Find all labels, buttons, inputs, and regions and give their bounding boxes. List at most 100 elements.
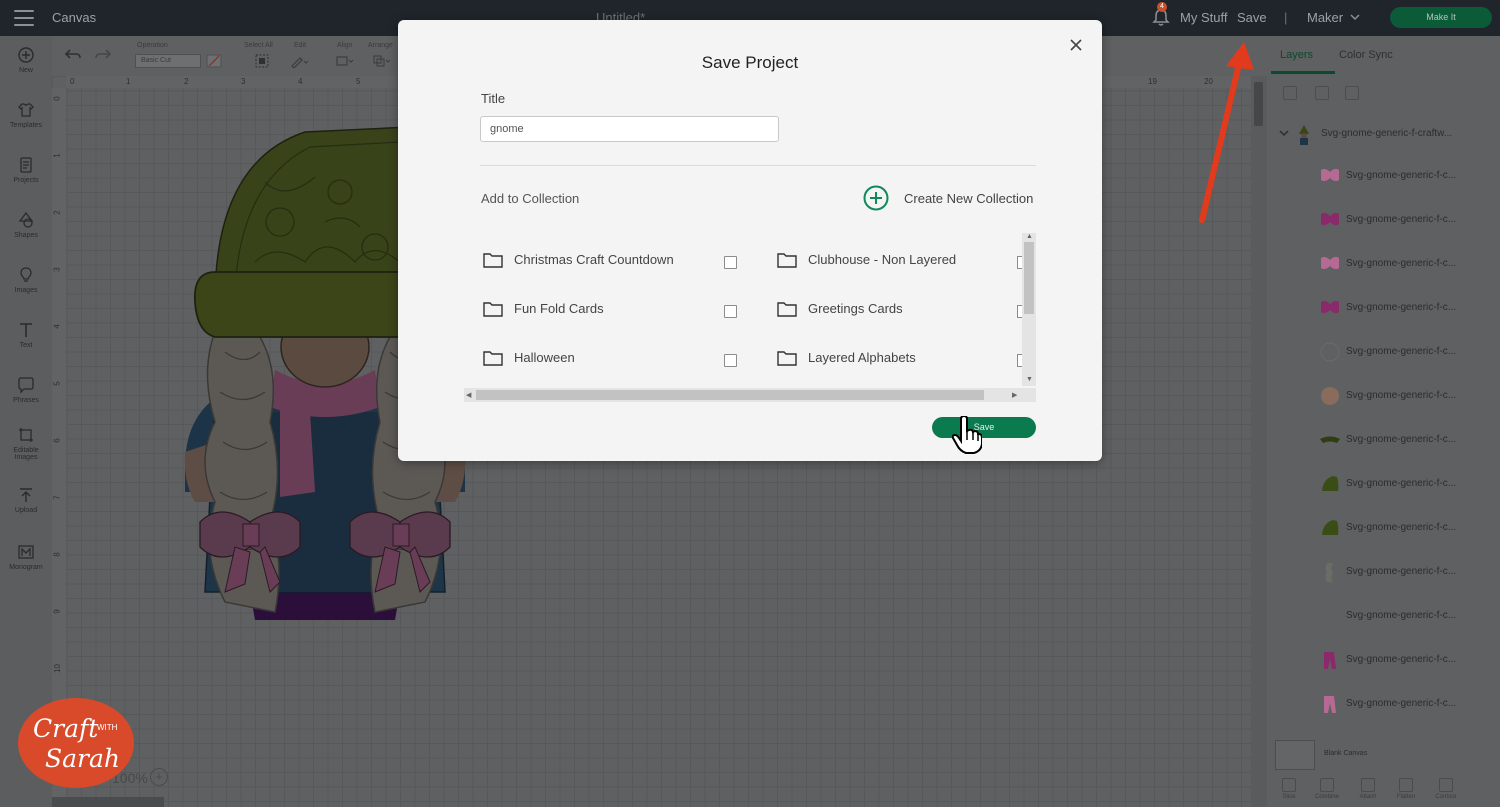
scroll-down-icon[interactable]: ▼ [1026, 376, 1033, 383]
speech-bubble-icon [18, 377, 34, 394]
canvas-horizontal-scrollbar[interactable] [52, 797, 164, 807]
my-stuff-link[interactable]: My Stuff [1180, 10, 1227, 25]
logo-line2: Sarah [45, 744, 120, 773]
layer-row[interactable]: Svg-gnome-generic-f-c... [1267, 200, 1500, 244]
delete-icon[interactable] [1345, 86, 1359, 100]
tool-templates[interactable]: Templates [0, 101, 52, 129]
undo-icon[interactable] [64, 48, 82, 62]
ruler-tick: 8 [52, 552, 62, 557]
collection-checkbox[interactable] [724, 256, 737, 269]
chevron-down-icon[interactable] [1350, 12, 1360, 22]
combine-icon [1320, 778, 1334, 792]
layer-name: Svg-gnome-generic-f-c... [1346, 214, 1457, 225]
save-link[interactable]: Save [1237, 10, 1267, 25]
projects-icon [20, 157, 32, 173]
collection-checkbox[interactable] [724, 305, 737, 318]
close-icon[interactable] [1069, 38, 1083, 52]
collection-checkbox[interactable] [724, 354, 737, 367]
layer-row[interactable]: Svg-gnome-generic-f-c... [1267, 640, 1500, 684]
layer-row[interactable]: Svg-gnome-generic-f-c... [1267, 508, 1500, 552]
shirt-icon [18, 103, 34, 117]
layer-row[interactable]: Svg-gnome-generic-f-c... [1267, 288, 1500, 332]
attach-button[interactable]: Attach [1353, 778, 1383, 800]
hamburger-menu-icon[interactable] [14, 10, 34, 26]
combine-button[interactable]: Combine [1312, 778, 1342, 800]
save-button[interactable]: Save [932, 417, 1036, 438]
align-icon[interactable] [335, 54, 355, 68]
editable-images-icon [19, 428, 33, 442]
logo-line1: Craft [33, 714, 99, 743]
layer-thumbnail-icon [1325, 563, 1333, 582]
plus-circle-icon [18, 47, 34, 63]
tool-monogram[interactable]: Monogram [0, 543, 52, 571]
layer-row[interactable]: Svg-gnome-generic-f-c... [1267, 552, 1500, 596]
layer-row[interactable]: Svg-gnome-generic-f-c... [1267, 332, 1500, 376]
logo-with: WITH [97, 723, 118, 732]
tab-color-sync[interactable]: Color Sync [1339, 49, 1393, 61]
layer-row[interactable]: Svg-gnome-generic-f-c... [1267, 684, 1500, 728]
tool-text[interactable]: Text [0, 321, 52, 349]
scroll-up-icon[interactable]: ▲ [1026, 233, 1033, 240]
chevron-down-icon[interactable] [1279, 128, 1289, 138]
layer-name: Svg-gnome-generic-f-c... [1346, 170, 1457, 181]
collection-vertical-thumb[interactable] [1024, 242, 1034, 314]
group-icon[interactable] [1283, 86, 1297, 100]
tool-editable-images[interactable]: Editable Images [0, 426, 52, 461]
project-title-input[interactable] [480, 116, 779, 142]
collection-horizontal-thumb[interactable] [476, 390, 984, 400]
blank-canvas-swatch[interactable] [1275, 740, 1315, 770]
folder-icon [777, 302, 797, 317]
operation-select[interactable]: Basic Cut [135, 54, 201, 68]
layer-name: Svg-gnome-generic-f-c... [1346, 346, 1457, 357]
select-all-icon[interactable] [255, 54, 269, 68]
save-project-dialog: Save Project Title Add to Collection Cre… [398, 20, 1102, 461]
redo-icon[interactable] [94, 48, 112, 62]
layer-thumbnail-icon [1321, 256, 1339, 270]
layer-name: Svg-gnome-generic-f-c... [1346, 302, 1457, 313]
edit-icon[interactable] [290, 54, 310, 68]
layer-actions-bar: Slice Combine Attach Flatten Contour [1267, 778, 1500, 807]
tool-images[interactable]: Images [0, 266, 52, 294]
slice-button[interactable]: Slice [1274, 778, 1304, 800]
zoom-in-button[interactable]: + [150, 768, 168, 786]
machine-select[interactable]: Maker [1307, 10, 1343, 25]
flatten-button[interactable]: Flatten [1391, 778, 1421, 800]
ruler-tick: 6 [52, 438, 62, 443]
scroll-right-icon[interactable]: ▶ [1012, 391, 1017, 399]
tool-projects[interactable]: Projects [0, 156, 52, 184]
layer-row[interactable]: Svg-gnome-generic-f-c... [1267, 156, 1500, 200]
tool-shapes[interactable]: Shapes [0, 211, 52, 239]
folder-icon [777, 351, 797, 366]
ruler-tick: 9 [52, 609, 62, 614]
active-tab-indicator [1271, 71, 1335, 74]
ruler-tick: 1 [52, 153, 62, 158]
contour-button[interactable]: Contour [1431, 778, 1461, 800]
ruler-tick: 5 [52, 381, 62, 386]
tab-layers[interactable]: Layers [1280, 49, 1313, 61]
ruler-tick: 10 [52, 664, 62, 673]
layer-row[interactable]: Svg-gnome-generic-f-c... [1267, 420, 1500, 464]
pen-color-icon[interactable] [206, 54, 222, 68]
tool-label: Editable Images [13, 447, 39, 461]
dialog-divider [480, 165, 1036, 166]
tool-new[interactable]: New [0, 46, 52, 74]
tool-label: Images [14, 287, 38, 294]
layer-row[interactable]: Svg-gnome-generic-f-c... [1267, 596, 1500, 640]
layer-thumbnail-icon [1320, 436, 1340, 443]
layer-row[interactable]: Svg-gnome-generic-f-c... [1267, 464, 1500, 508]
tool-upload[interactable]: Upload [0, 486, 52, 514]
scroll-left-icon[interactable]: ◀ [466, 391, 471, 399]
make-it-button[interactable]: Make It [1390, 7, 1492, 28]
notification-badge: 4 [1157, 2, 1167, 12]
shapes-icon [18, 211, 34, 228]
layer-row[interactable]: Svg-gnome-generic-f-c... [1267, 244, 1500, 288]
layer-row[interactable]: Svg-gnome-generic-f-c... [1267, 376, 1500, 420]
duplicate-icon[interactable] [1315, 86, 1329, 100]
plus-circle-icon [863, 185, 889, 211]
collection-list: Christmas Craft Countdown Clubhouse - No… [468, 230, 1036, 402]
tool-phrases[interactable]: Phrases [0, 376, 52, 404]
arrange-icon[interactable] [372, 54, 392, 68]
edit-label: Edit [294, 42, 307, 49]
layer-name: Svg-gnome-generic-f-c... [1346, 434, 1457, 445]
layer-group[interactable]: Svg-gnome-generic-f-craftw... [1267, 124, 1500, 150]
